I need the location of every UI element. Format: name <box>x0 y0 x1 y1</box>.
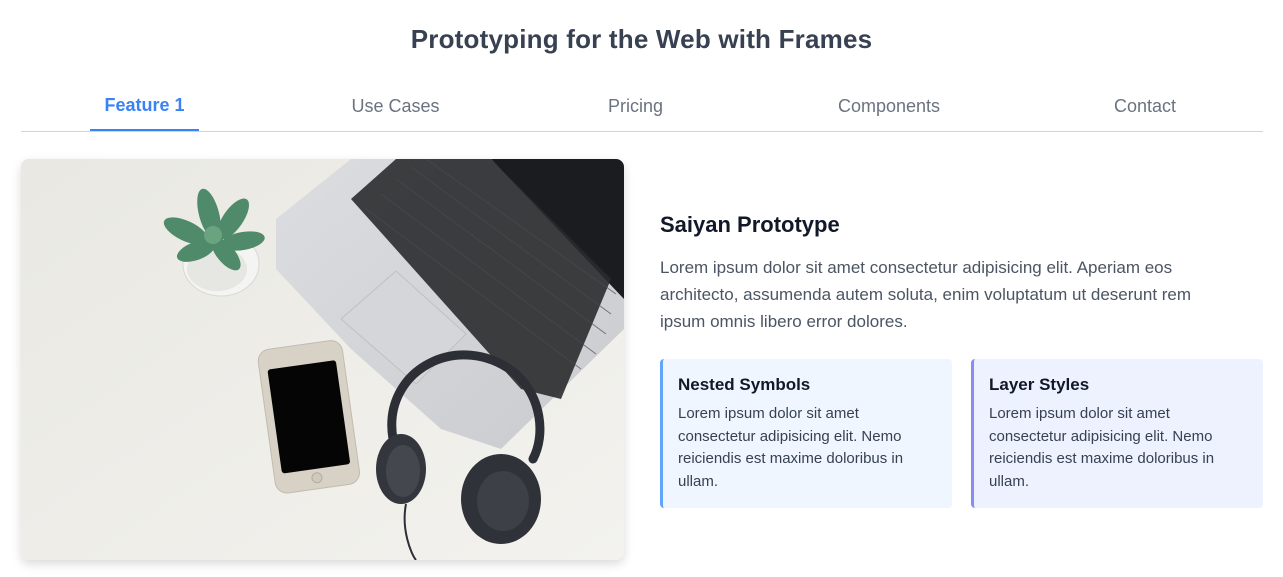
tab-components[interactable]: Components <box>824 84 954 131</box>
card-nested-symbols: Nested Symbols Lorem ipsum dolor sit ame… <box>660 359 952 508</box>
card-title: Layer Styles <box>989 375 1090 394</box>
feature-content: Saiyan Prototype Lorem ipsum dolor sit a… <box>660 212 1263 508</box>
tab-use-cases[interactable]: Use Cases <box>341 84 450 131</box>
tab-pricing[interactable]: Pricing <box>581 84 690 131</box>
tab-bar: Feature 1 Use Cases Pricing Components C… <box>21 84 1263 132</box>
feature-description: Lorem ipsum dolor sit amet consectetur a… <box>660 258 1192 331</box>
desk-photo-icon <box>21 159 624 560</box>
page-title: Prototyping for the Web with Frames <box>410 24 873 54</box>
card-layer-styles: Layer Styles Lorem ipsum dolor sit amet … <box>971 359 1263 508</box>
tab-contact[interactable]: Contact <box>1090 84 1200 131</box>
card-text: Lorem ipsum dolor sit amet consectetur a… <box>678 405 904 490</box>
card-title: Nested Symbols <box>678 375 811 394</box>
hero-image <box>21 159 624 560</box>
card-text: Lorem ipsum dolor sit amet consectetur a… <box>989 405 1215 490</box>
feature-title: Saiyan Prototype <box>660 212 840 237</box>
tab-feature-1[interactable]: Feature 1 <box>90 84 199 131</box>
